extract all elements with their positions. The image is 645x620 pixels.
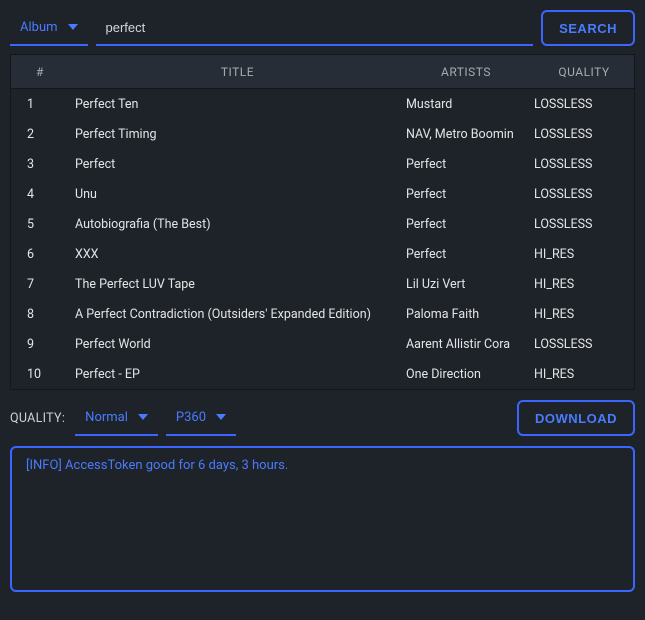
cell-number: 2	[11, 127, 69, 142]
cell-quality: HI_RES	[534, 307, 634, 322]
cell-artists: Perfect	[406, 217, 534, 232]
table-row[interactable]: 4UnuPerfectLOSSLESS	[11, 179, 634, 209]
cell-title: XXX	[69, 247, 406, 262]
table-header: # TITLE ARTISTS QUALITY	[11, 55, 634, 89]
cell-artists: Perfect	[406, 157, 534, 172]
chevron-down-icon	[68, 24, 78, 30]
cell-artists: Lil Uzi Vert	[406, 277, 534, 292]
type-select[interactable]: Album	[10, 10, 88, 46]
cell-title: Perfect Ten	[69, 97, 406, 112]
cell-number: 4	[11, 187, 69, 202]
cell-artists: Aarent Allistir Cora	[406, 337, 534, 352]
log-output: [INFO] AccessToken good for 6 days, 3 ho…	[10, 446, 635, 592]
cell-title: Autobiografia (The Best)	[69, 217, 406, 232]
chevron-down-icon	[216, 414, 226, 420]
table-row[interactable]: 5Autobiografia (The Best)PerfectLOSSLESS	[11, 209, 634, 239]
cell-number: 8	[11, 307, 69, 322]
cell-number: 10	[11, 367, 69, 382]
cell-title: A Perfect Contradiction (Outsiders' Expa…	[69, 307, 406, 322]
cell-artists: Perfect	[406, 247, 534, 262]
table-row[interactable]: 9Perfect WorldAarent Allistir CoraLOSSLE…	[11, 329, 634, 359]
col-header-artists[interactable]: ARTISTS	[406, 65, 534, 79]
cell-artists: Mustard	[406, 97, 534, 112]
cell-title: Perfect Timing	[69, 127, 406, 142]
cell-number: 9	[11, 337, 69, 352]
quality-label: QUALITY:	[10, 411, 65, 426]
results-table: # TITLE ARTISTS QUALITY 1Perfect TenMust…	[10, 54, 635, 390]
resolution-select-label: P360	[176, 410, 206, 425]
cell-quality: LOSSLESS	[534, 127, 634, 142]
table-row[interactable]: 7The Perfect LUV TapeLil Uzi VertHI_RES	[11, 269, 634, 299]
table-row[interactable]: 8A Perfect Contradiction (Outsiders' Exp…	[11, 299, 634, 329]
log-line: [INFO] AccessToken good for 6 days, 3 ho…	[26, 458, 619, 473]
cell-title: Perfect	[69, 157, 406, 172]
cell-quality: HI_RES	[534, 277, 634, 292]
cell-title: Unu	[69, 187, 406, 202]
cell-number: 5	[11, 217, 69, 232]
cell-number: 6	[11, 247, 69, 262]
cell-title: The Perfect LUV Tape	[69, 277, 406, 292]
cell-quality: LOSSLESS	[534, 157, 634, 172]
chevron-down-icon	[138, 414, 148, 420]
cell-quality: HI_RES	[534, 367, 634, 382]
cell-title: Perfect - EP	[69, 367, 406, 382]
table-row[interactable]: 6XXXPerfectHI_RES	[11, 239, 634, 269]
table-row[interactable]: 1Perfect TenMustardLOSSLESS	[11, 89, 634, 119]
cell-artists: NAV, Metro Boomin	[406, 127, 534, 142]
col-header-quality[interactable]: QUALITY	[534, 65, 634, 79]
cell-quality: LOSSLESS	[534, 217, 634, 232]
cell-quality: LOSSLESS	[534, 187, 634, 202]
cell-artists: Perfect	[406, 187, 534, 202]
quality-select[interactable]: Normal	[75, 400, 158, 436]
table-row[interactable]: 10Perfect - EPOne DirectionHI_RES	[11, 359, 634, 389]
cell-title: Perfect World	[69, 337, 406, 352]
quality-select-label: Normal	[85, 410, 128, 425]
resolution-select[interactable]: P360	[166, 400, 236, 436]
cell-artists: Paloma Faith	[406, 307, 534, 322]
col-header-title[interactable]: TITLE	[69, 65, 406, 79]
type-select-label: Album	[20, 20, 58, 35]
cell-number: 1	[11, 97, 69, 112]
download-button[interactable]: DOWNLOAD	[517, 400, 635, 436]
cell-artists: One Direction	[406, 367, 534, 382]
table-row[interactable]: 3PerfectPerfectLOSSLESS	[11, 149, 634, 179]
cell-quality: LOSSLESS	[534, 97, 634, 112]
cell-quality: HI_RES	[534, 247, 634, 262]
search-input[interactable]	[96, 10, 534, 46]
cell-quality: LOSSLESS	[534, 337, 634, 352]
col-header-number[interactable]: #	[11, 65, 69, 79]
table-row[interactable]: 2Perfect TimingNAV, Metro BoominLOSSLESS	[11, 119, 634, 149]
cell-number: 3	[11, 157, 69, 172]
cell-number: 7	[11, 277, 69, 292]
search-button[interactable]: SEARCH	[541, 10, 635, 46]
